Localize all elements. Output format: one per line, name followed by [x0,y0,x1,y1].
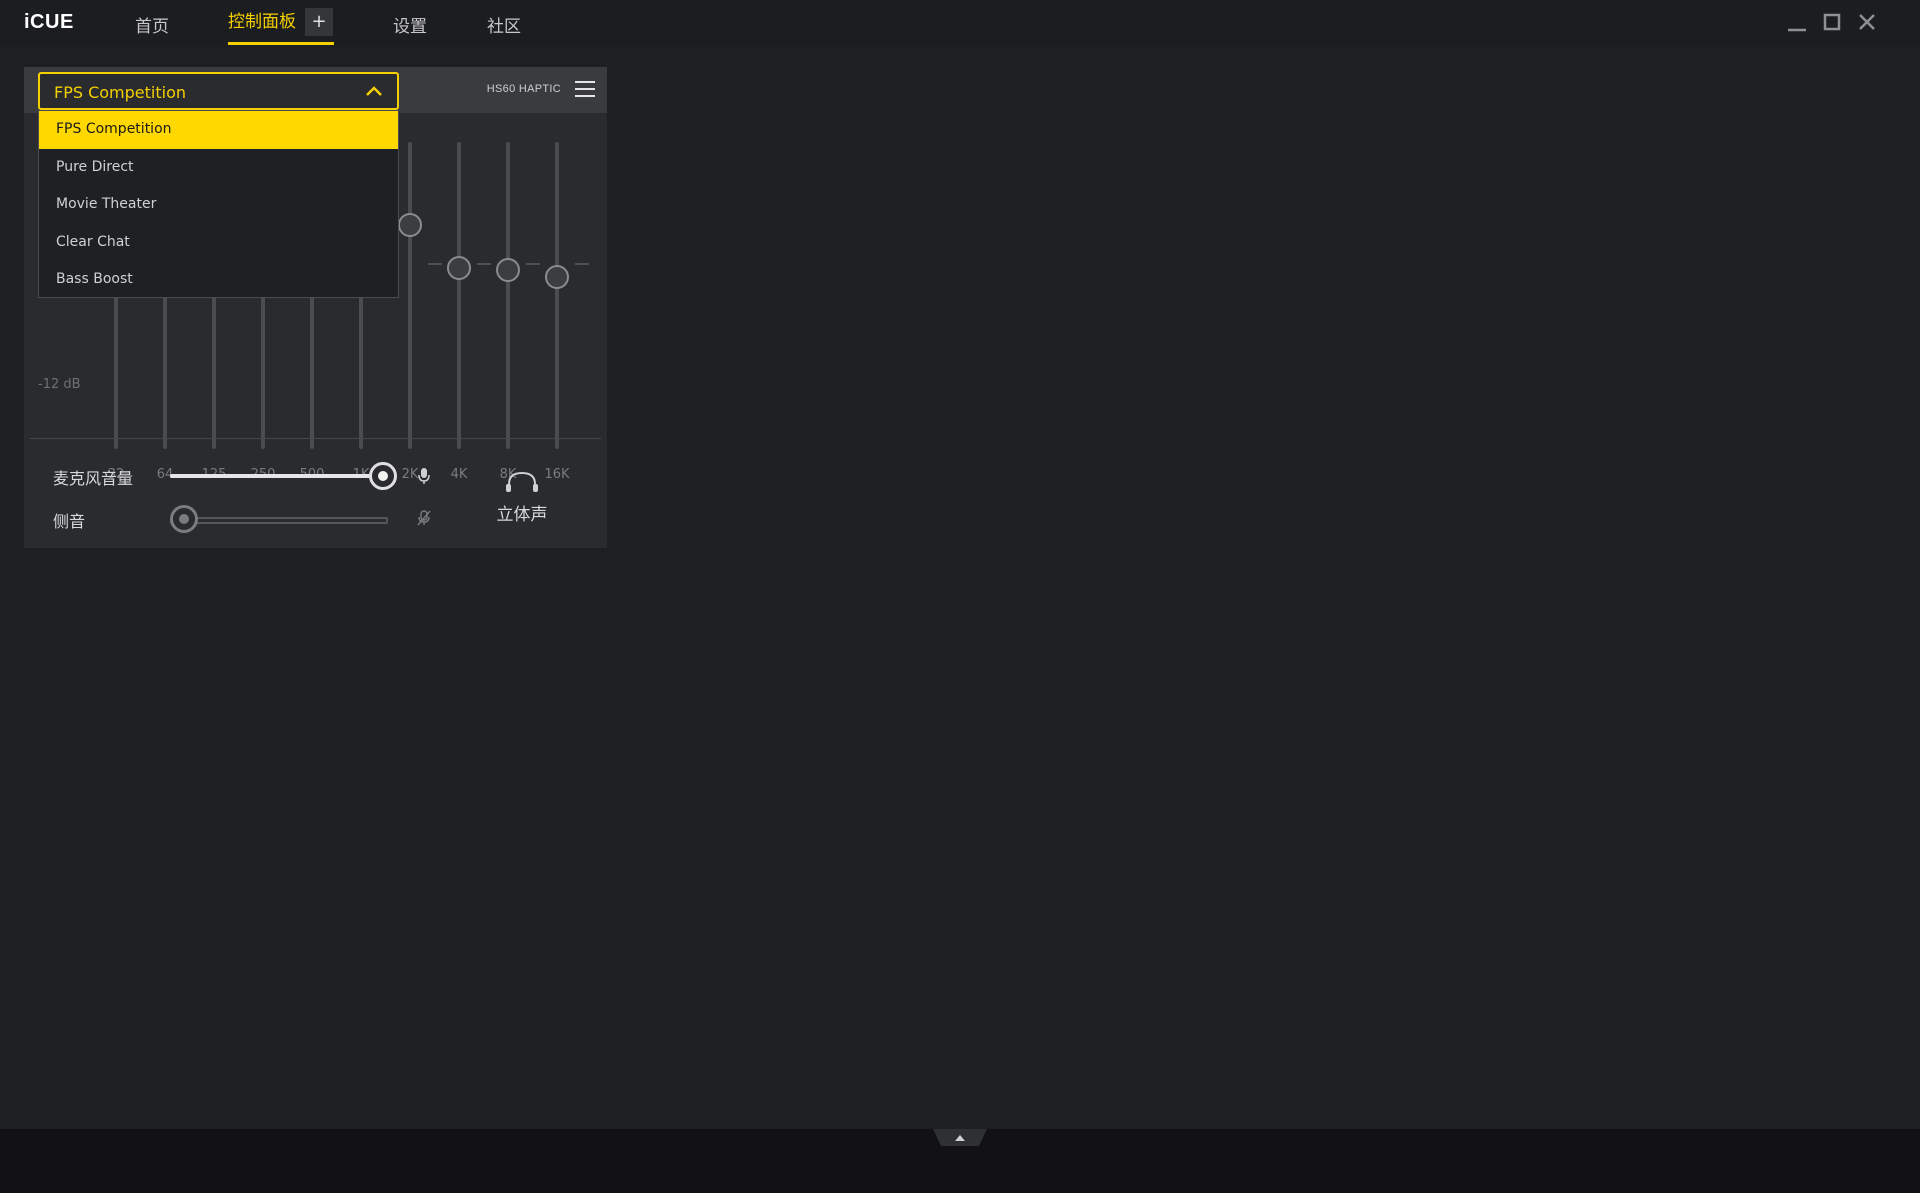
preset-option-movie-theater[interactable]: Movie Theater [39,186,398,224]
eq-band-2k-track[interactable] [408,142,412,449]
preset-option-fps-competition[interactable]: FPS Competition [39,111,398,149]
tab-settings[interactable]: 设置 [393,12,427,37]
panel-divider [30,438,601,439]
title-bar: iCUE 首页 控制面板 + 设置 社区 [0,0,1920,46]
tab-community[interactable]: 社区 [487,12,521,37]
eq-band-4k-track[interactable] [457,142,461,449]
eq-band-8k-knob[interactable] [496,258,520,282]
eq-band-16k-knob[interactable] [545,265,569,289]
minimize-icon[interactable] [1785,10,1809,34]
eq-band-2k-knob[interactable] [398,213,422,237]
mic-volume-slider[interactable] [170,474,394,478]
sidetone-slider[interactable] [170,517,388,524]
eq-band-8k-track[interactable] [506,142,510,449]
preset-option-pure-direct[interactable]: Pure Direct [39,149,398,187]
preset-options-list: FPS Competition Pure Direct Movie Theate… [38,110,399,298]
chevron-up-icon [366,86,382,96]
sidetone-knob[interactable] [170,505,198,533]
active-tab-indicator [228,42,334,45]
tab-home[interactable]: 首页 [135,12,169,37]
preset-select-value: FPS Competition [54,83,187,102]
eq-zero-marker [428,263,442,265]
eq-zero-marker [575,263,589,265]
app-logo: iCUE [24,11,74,33]
preset-option-bass-boost[interactable]: Bass Boost [39,261,398,299]
expand-drawer-icon[interactable] [933,1129,987,1146]
sidetone-label: 侧音 [53,512,86,531]
stereo-toggle[interactable]: 立体声 [487,470,557,525]
menu-icon[interactable] [575,81,595,99]
microphone-icon[interactable] [416,467,432,485]
eq-freq-label: 4K [450,467,468,482]
headphones-icon [506,471,538,492]
mic-volume-knob[interactable] [369,462,397,490]
eq-zero-marker [526,263,540,265]
eq-min-label: -12 dB [38,377,81,392]
add-tab-button[interactable]: + [305,8,333,36]
eq-band-4k-knob[interactable] [447,256,471,280]
sidetone-mute-icon[interactable] [415,509,433,527]
stereo-label: 立体声 [496,505,548,525]
tab-dashboard[interactable]: 控制面板 [228,7,296,32]
device-name: HS60 HAPTIC [486,83,561,95]
preset-option-clear-chat[interactable]: Clear Chat [39,224,398,262]
close-icon[interactable] [1855,10,1879,34]
eq-zero-marker [477,263,491,265]
preset-select[interactable]: FPS Competition [38,72,399,110]
maximize-icon[interactable] [1820,10,1844,34]
eq-band-16k-track[interactable] [555,142,559,449]
mic-volume-label: 麦克风音量 [53,469,134,488]
